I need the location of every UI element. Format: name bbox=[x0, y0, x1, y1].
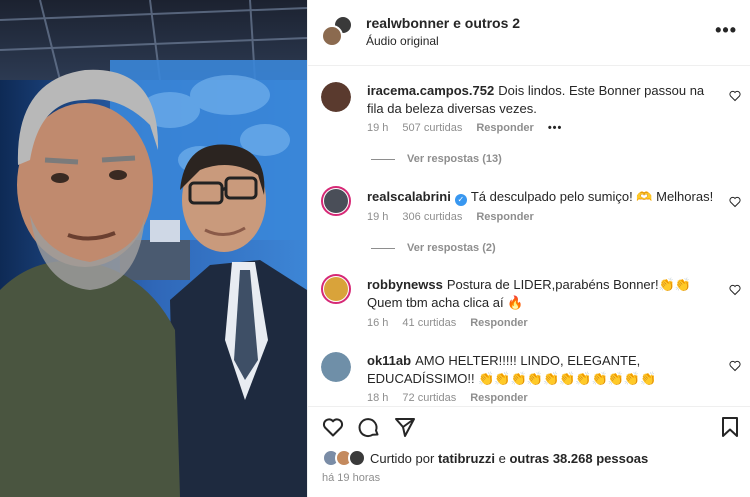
avatar[interactable] bbox=[321, 352, 351, 382]
comment-likes[interactable]: 41 curtidas bbox=[402, 317, 456, 329]
comments-list[interactable]: iracema.campos.752 Dois lindos. Este Bonn… bbox=[308, 66, 750, 406]
comment-time: 18 h bbox=[367, 392, 389, 404]
avatar[interactable] bbox=[321, 82, 351, 112]
post-photo[interactable] bbox=[0, 0, 307, 497]
heart-icon[interactable] bbox=[729, 360, 741, 372]
comment-username[interactable]: ok11ab bbox=[367, 353, 411, 368]
paper-plane-icon[interactable] bbox=[393, 415, 417, 439]
divider bbox=[371, 247, 395, 249]
avatar[interactable] bbox=[321, 186, 351, 216]
post-actions bbox=[308, 406, 750, 446]
comment-likes[interactable]: 507 curtidas bbox=[402, 122, 462, 134]
comment-text: robbynewss Postura de LIDER,parabéns Bonn… bbox=[367, 276, 719, 312]
avatar bbox=[348, 449, 366, 467]
post-side-panel: realwbonner e outros 2 Áudio original ••… bbox=[307, 0, 750, 497]
bookmark-icon[interactable] bbox=[718, 415, 742, 439]
reply-button[interactable]: Responder bbox=[476, 122, 533, 134]
post-timestamp[interactable]: há 19 horas bbox=[322, 472, 380, 484]
verified-icon: ✓ bbox=[454, 194, 467, 206]
divider bbox=[371, 158, 395, 160]
comment-username[interactable]: realscalabrini bbox=[367, 189, 451, 204]
comment-options-icon[interactable]: ••• bbox=[548, 122, 563, 134]
heart-icon[interactable] bbox=[729, 90, 741, 102]
view-replies-button[interactable]: Ver respostas (2) bbox=[371, 242, 496, 254]
likes-count[interactable]: outras 38.268 pessoas bbox=[509, 451, 648, 466]
heart-icon[interactable] bbox=[321, 415, 345, 439]
comment-likes[interactable]: 306 curtidas bbox=[402, 211, 462, 223]
liker-avatars[interactable] bbox=[322, 449, 366, 469]
author-avatars[interactable] bbox=[321, 15, 353, 47]
comment-icon[interactable] bbox=[357, 415, 381, 439]
post-header: realwbonner e outros 2 Áudio original ••… bbox=[308, 0, 750, 66]
comment-time: 16 h bbox=[367, 317, 389, 329]
comment-time: 19 h bbox=[367, 211, 389, 223]
comment-time: 19 h bbox=[367, 122, 389, 134]
comment-username[interactable]: iracema.campos.752 bbox=[367, 83, 494, 98]
likes-summary: Curtido por tatibruzzi e outras 38.268 p… bbox=[322, 449, 742, 469]
heart-icon[interactable] bbox=[729, 284, 741, 296]
comment-meta: 19 h 306 curtidas Responder bbox=[367, 211, 548, 223]
liker-username[interactable]: tatibruzzi bbox=[438, 451, 495, 466]
comment-text: ok11ab AMO HELTER!!!!! LINDO, ELEGANTE, E… bbox=[367, 352, 719, 388]
comment-likes[interactable]: 72 curtidas bbox=[402, 392, 456, 404]
avatar bbox=[321, 25, 343, 47]
view-replies-button[interactable]: Ver respostas (13) bbox=[371, 153, 502, 165]
heart-icon[interactable] bbox=[729, 196, 741, 208]
reply-button[interactable]: Responder bbox=[476, 211, 533, 223]
reply-button[interactable]: Responder bbox=[470, 317, 527, 329]
comment-text: iracema.campos.752 Dois lindos. Este Bonn… bbox=[367, 82, 719, 118]
comment-body: Tá desculpado pelo sumiço! 🫶 Melhoras! bbox=[470, 189, 714, 204]
reply-button[interactable]: Responder bbox=[470, 392, 527, 404]
more-options-icon[interactable]: ••• bbox=[715, 20, 737, 41]
post-author[interactable]: realwbonner e outros 2 bbox=[366, 15, 520, 31]
avatar[interactable] bbox=[321, 274, 351, 304]
post-audio-label[interactable]: Áudio original bbox=[366, 34, 439, 48]
comment-meta: 19 h 507 curtidas Responder ••• bbox=[367, 122, 576, 134]
comment-meta: 18 h 72 curtidas Responder bbox=[367, 392, 542, 404]
comment-username[interactable]: robbynewss bbox=[367, 277, 443, 292]
comment-text: realscalabrini ✓ Tá desculpado pelo sumiço… bbox=[367, 188, 719, 206]
comment-meta: 16 h 41 curtidas Responder bbox=[367, 317, 542, 329]
likes-text: Curtido por tatibruzzi e outras 38.268 p… bbox=[370, 451, 649, 466]
selfie-image bbox=[0, 0, 307, 497]
